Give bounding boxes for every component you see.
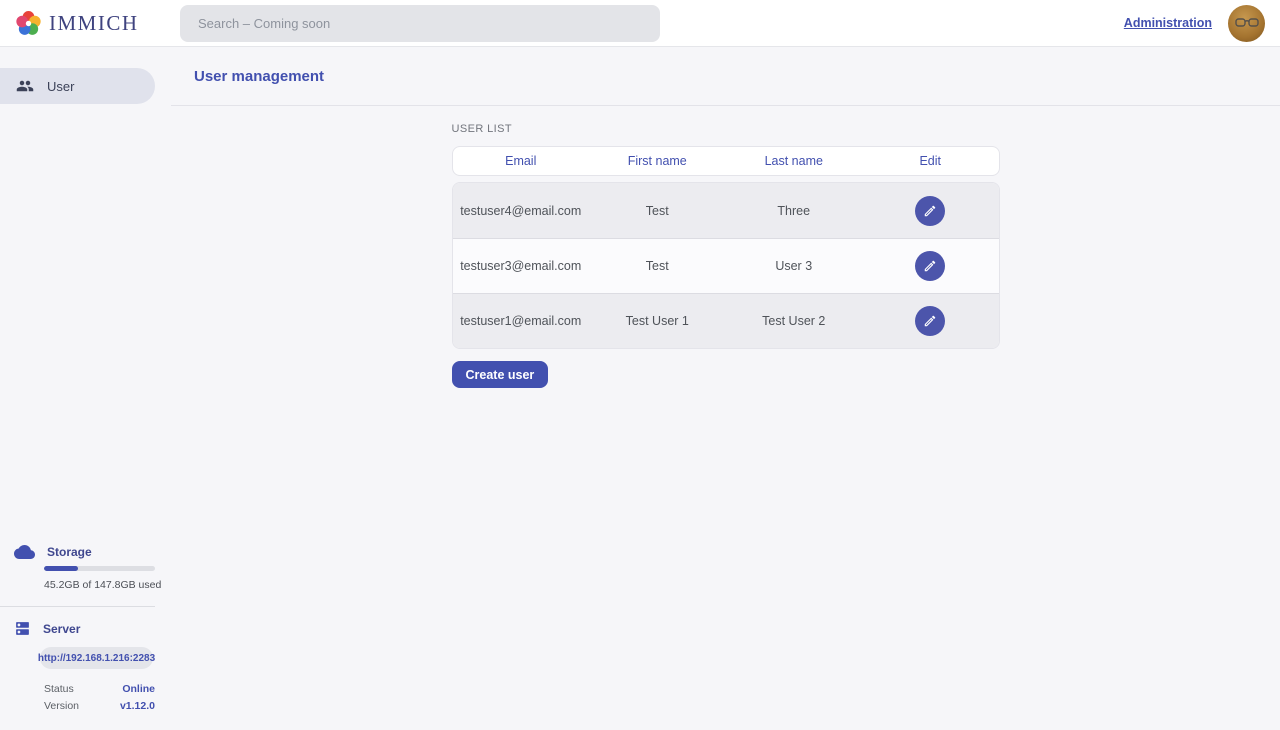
version-label: Version	[44, 700, 79, 712]
sidebar-footer: Storage 45.2GB of 147.8GB used Server ht…	[0, 544, 171, 730]
edit-user-button[interactable]	[915, 306, 945, 336]
server-url-badge: http://192.168.1.216:2283	[40, 647, 153, 669]
server-title: Server	[43, 622, 80, 636]
cell-last-name: Test User 2	[726, 314, 863, 328]
server-status-row: Status Online	[44, 680, 155, 697]
cell-edit	[862, 196, 999, 226]
search-input[interactable]	[180, 5, 660, 42]
table-row: testuser1@email.com Test User 1 Test Use…	[453, 293, 999, 348]
glasses-icon	[1235, 17, 1259, 29]
storage-progress-bar	[44, 566, 155, 571]
section-label: USER LIST	[452, 123, 1000, 135]
storage-usage-text: 45.2GB of 147.8GB used	[44, 579, 171, 591]
user-table-body: testuser4@email.com Test Three testuser3…	[452, 182, 1000, 349]
cell-edit	[862, 306, 999, 336]
pencil-icon	[923, 259, 937, 273]
storage-header: Storage	[0, 544, 171, 559]
sidebar-item-user[interactable]: User	[0, 68, 155, 104]
pencil-icon	[923, 314, 937, 328]
administration-link[interactable]: Administration	[1124, 16, 1212, 30]
create-user-button[interactable]: Create user	[452, 361, 549, 388]
pencil-icon	[923, 204, 937, 218]
cell-email: testuser4@email.com	[453, 204, 590, 218]
footer-divider	[0, 606, 155, 607]
storage-title: Storage	[47, 545, 92, 559]
dns-server-icon	[14, 620, 31, 637]
topbar-right: Administration	[1124, 5, 1265, 42]
page-title-bar: User management	[171, 47, 1280, 106]
table-row: testuser4@email.com Test Three	[453, 183, 999, 238]
cell-first-name: Test User 1	[589, 314, 726, 328]
storage-progress-fill	[44, 566, 78, 571]
user-avatar[interactable]	[1228, 5, 1265, 42]
sidebar-item-label: User	[47, 79, 74, 94]
column-header-last-name: Last name	[726, 154, 863, 168]
immich-flower-icon	[15, 10, 42, 37]
edit-user-button[interactable]	[915, 251, 945, 281]
cell-email: testuser1@email.com	[453, 314, 590, 328]
users-group-icon	[16, 77, 34, 95]
user-list-section: USER LIST Email First name Last name Edi…	[452, 123, 1000, 388]
status-label: Status	[44, 683, 74, 695]
table-row: testuser3@email.com Test User 3	[453, 238, 999, 293]
cell-last-name: Three	[726, 204, 863, 218]
server-version-row: Version v1.12.0	[44, 697, 155, 714]
version-value: v1.12.0	[120, 700, 155, 712]
status-value: Online	[122, 683, 155, 695]
cell-first-name: Test	[589, 259, 726, 273]
cell-first-name: Test	[589, 204, 726, 218]
column-header-first-name: First name	[589, 154, 726, 168]
cell-edit	[862, 251, 999, 281]
column-header-edit: Edit	[862, 154, 999, 168]
cell-last-name: User 3	[726, 259, 863, 273]
column-header-email: Email	[453, 154, 590, 168]
app-name: IMMICH	[49, 11, 139, 36]
user-table-header: Email First name Last name Edit	[452, 146, 1000, 176]
cloud-icon	[14, 544, 35, 559]
server-header: Server	[0, 620, 171, 637]
app-logo[interactable]: IMMICH	[15, 10, 139, 37]
main-content: User management USER LIST Email First na…	[171, 47, 1280, 730]
edit-user-button[interactable]	[915, 196, 945, 226]
cell-email: testuser3@email.com	[453, 259, 590, 273]
page-title: User management	[194, 68, 324, 85]
sidebar: User Storage 45.2GB of 147.8GB used Serv…	[0, 47, 171, 730]
top-bar: IMMICH Administration	[0, 0, 1280, 47]
